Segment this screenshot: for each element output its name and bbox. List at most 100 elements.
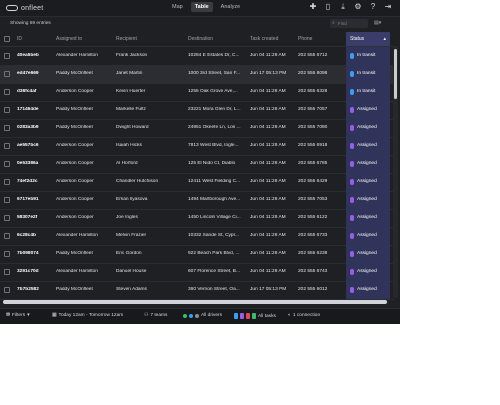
filters-button[interactable]: ⛃ Filters ▾ [6,313,30,318]
onfleet-logo[interactable]: onfleet [6,3,43,13]
add-task-icon[interactable]: ✚ [309,3,317,11]
col-phone[interactable]: Phone [298,36,312,42]
status-text: In transit [357,53,376,58]
table-toolbar: Showing 69 entries ⌕ Find ▤▾ [0,17,400,31]
cell-destination: 607 Florence Street, B... [188,269,240,274]
cell-destination: 1494 Marlborough Ave... [188,197,241,202]
row-checkbox[interactable] [4,179,10,185]
tab-table[interactable]: Table [190,2,213,12]
status-pin-icon [350,107,354,113]
driver-dot-green-icon [183,313,187,318]
vertical-scroll-thumb[interactable] [394,49,397,99]
row-checkbox[interactable] [4,233,10,239]
cell-phone: 202 555 6918 [298,143,328,148]
cell-assigned: Anderson Cooper [56,197,94,202]
cell-destination: 360 Vernon Street, Oa... [188,287,240,292]
table-row[interactable]: 74ef2d2c Anderson Cooper Chandler Hutchiso… [0,173,394,192]
cell-destination: 1000 3rd Street, San F... [188,71,240,76]
table-row[interactable]: 6717eb91 Anderson Cooper Ersan Ilyasova 149… [0,191,394,210]
teams-filter[interactable]: ⚇ 7 teams [144,313,167,318]
table-row[interactable]: 171464de Paddy McOnfleet Markelle Fultz 232… [0,101,394,120]
tab-analyze[interactable]: Analyze [217,2,245,12]
table-row[interactable]: 7b098074 Paddy McOnfleet Eric Gordon 922 Be… [0,245,394,264]
find-input[interactable]: ⌕ Find [330,19,368,28]
status-text: Assigned [357,161,377,166]
cell-phone: 202 555 6733 [298,233,328,238]
view-tabs: Map Table Analyze [168,2,244,12]
row-checkbox[interactable] [4,143,10,149]
row-checkbox[interactable] [4,287,10,293]
row-checkbox[interactable] [4,71,10,77]
logout-icon[interactable]: ⇥ [384,3,392,11]
cell-assigned: Paddy McOnfleet [56,251,93,256]
sort-up-icon: ▴ [383,36,386,42]
status-pin-icon [350,233,354,239]
horizontal-scroll-thumb[interactable] [3,300,387,304]
cell-created: Jun 17 05:13 PM [250,71,287,76]
table-row[interactable]: ed47e669 Paddy McOnfleet Janet Martin 1000 … [0,65,394,84]
help-icon[interactable]: ? [369,3,377,11]
tasks-filter[interactable]: All tasks [234,313,276,319]
cell-phone: 202 555 6122 [298,215,328,220]
status-badge: Assigned [346,209,390,227]
table-row[interactable]: 0e53386a Anderson Cooper Al Horford 125 El … [0,155,394,174]
vertical-scrollbar[interactable] [393,46,398,298]
table-row[interactable]: 7b7b2582 Paddy McOnfleet Steven Adams 360 V… [0,281,394,300]
table-row[interactable]: 3291c70d Alexander Hamilton Danuel House 60… [0,263,394,282]
table-row[interactable]: d36fc4af Anderson Cooper Kevin Huerter 1255… [0,83,394,102]
row-checkbox[interactable] [4,161,10,167]
table-row[interactable]: 40ea5beb Alexander Hamilton Frank Jackson 1… [0,47,394,66]
cell-assigned: Alexander Hamilton [56,269,98,274]
status-text: In transit [357,71,376,76]
connection-status[interactable]: ◐ 1 connection [288,313,320,318]
row-checkbox[interactable] [4,53,10,59]
row-checkbox[interactable] [4,125,10,131]
cell-phone: 202 555 6743 [298,269,328,274]
col-recipient[interactable]: Recipient [116,36,137,42]
row-checkbox[interactable] [4,197,10,203]
cell-assigned: Paddy McOnfleet [56,287,93,292]
table-row[interactable]: ae557bc6 Anderson Cooper Isaiah Hicks 7813 … [0,137,394,156]
col-status[interactable]: Status ▴ [346,32,390,46]
cell-phone: 202 555 6712 [298,53,328,58]
cell-recipient: Danuel House [116,269,147,274]
download-icon[interactable]: ⤓ [339,3,347,11]
cell-destination: 125 El Nido Ct, Diablo [188,161,236,166]
col-destination[interactable]: Destination [188,36,213,42]
status-pin-icon [350,161,354,167]
cell-phone: 202 555 6238 [298,251,328,256]
row-checkbox[interactable] [4,269,10,275]
row-checkbox[interactable] [4,251,10,257]
row-checkbox[interactable] [4,215,10,221]
table-row[interactable]: 6c28c4b Alexander Hamilton Melvin Frazier 1… [0,227,394,246]
date-range-filter[interactable]: ▦ Today 12am - Tomorrow 12am [52,313,123,318]
table-row[interactable]: 0283a3b9 Paddy McOnfleet Dwight Howard 2495… [0,119,394,138]
row-checkbox[interactable] [4,89,10,95]
onfleet-app: onfleet Map Table Analyze ✚ ▯ ⤓ ⚙ ? ⇥ Sh… [0,0,400,324]
cell-phone: 202 555 7053 [298,197,328,202]
top-bar: onfleet Map Table Analyze ✚ ▯ ⤓ ⚙ ? ⇥ [0,0,400,17]
cell-assigned: Anderson Cooper [56,161,94,166]
row-checkbox[interactable] [4,107,10,113]
column-settings-icon[interactable]: ▤▾ [374,20,386,27]
settings-gear-icon[interactable]: ⚙ [354,3,362,11]
cell-assigned: Anderson Cooper [56,179,94,184]
cell-id: 0e53386a [17,161,39,166]
select-all-checkbox[interactable] [4,36,10,42]
status-badge: Assigned [346,245,390,263]
table-header: ID Assigned to Recipient Destination Tas… [0,32,394,47]
calendar-icon: ▦ [52,313,57,318]
col-id[interactable]: ID [17,36,22,42]
tab-map[interactable]: Map [168,2,187,12]
cell-id: d36fc4af [17,89,37,94]
drivers-filter[interactable]: All drivers [183,313,222,318]
cell-destination: 12411 West Fielding C... [188,179,241,184]
horizontal-scrollbar[interactable] [3,300,389,304]
document-icon[interactable]: ▯ [324,3,332,11]
col-assigned-to[interactable]: Assigned to [56,36,82,42]
table-row[interactable]: 58307e2f Anderson Cooper Joe Ingles 1450 Li… [0,209,394,228]
driver-dot-blue-icon [189,313,193,318]
filter-bar: ⛃ Filters ▾ ▦ Today 12am - Tomorrow 12am … [0,308,400,324]
connection-icon: ◐ [288,313,291,318]
col-task-created[interactable]: Task created [250,36,278,42]
